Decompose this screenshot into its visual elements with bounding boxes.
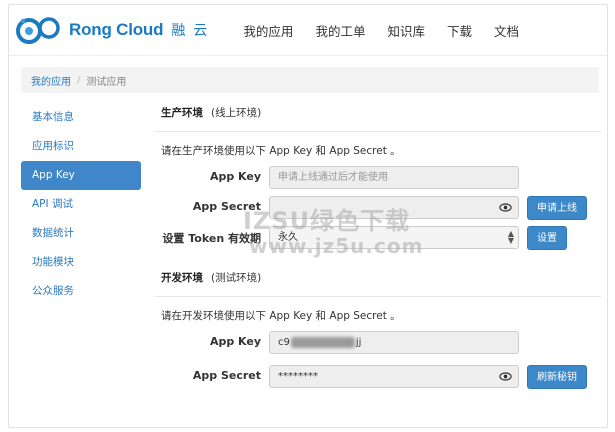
nav-docs[interactable]: 文档 (494, 21, 519, 40)
app-secret-masked-value: ******** (278, 371, 318, 382)
production-app-secret-field[interactable] (269, 196, 519, 219)
rong-cloud-logo-icon (16, 17, 60, 44)
production-section-title: 生产环境 (线上环境) (155, 103, 601, 123)
production-app-key-field[interactable]: 申请上线通过后才能使用 (269, 166, 519, 189)
top-header: Rong Cloud 融云 我的应用 我的工单 知识库 下载 文档 (9, 5, 607, 55)
app-window: Rong Cloud 融云 我的应用 我的工单 知识库 下载 文档 我的应用 /… (8, 4, 608, 428)
breadcrumb-my-apps[interactable]: 我的应用 (31, 73, 71, 88)
top-nav: 我的应用 我的工单 知识库 下载 文档 (243, 21, 519, 40)
breadcrumb: 我的应用 / 测试应用 (21, 67, 599, 93)
select-caret-icon: ▲ ▼ (507, 229, 514, 245)
breadcrumb-separator: / (77, 74, 81, 86)
development-app-key-field[interactable]: c9 jj (269, 331, 519, 354)
nav-my-apps[interactable]: 我的应用 (243, 21, 293, 40)
header-divider (9, 55, 607, 56)
sidebar-item-modules[interactable]: 功能模块 (21, 248, 141, 277)
sidebar-item-app-key[interactable]: App Key (21, 161, 141, 190)
development-app-secret-field[interactable]: ******** (269, 365, 519, 388)
token-expiry-value: 永久 (278, 232, 298, 243)
production-app-key-row: App Key 申请上线通过后才能使用 (155, 164, 601, 194)
development-divider (155, 296, 601, 297)
set-token-button[interactable]: 设置 (527, 226, 567, 250)
nav-knowledge-base[interactable]: 知识库 (387, 21, 425, 40)
sidebar-item-api-debug[interactable]: API 调试 (21, 190, 141, 219)
logo-cn-text: 融云 (171, 23, 216, 39)
logo-text: Rong Cloud (69, 20, 164, 39)
nav-download[interactable]: 下载 (447, 21, 472, 40)
app-key-suffix: jj (355, 337, 362, 348)
development-section-title: 开发环境 (测试环境) (155, 268, 601, 288)
production-title: 生产环境 (161, 107, 203, 119)
token-expiry-row: 设置 Token 有效期 永久 ▲ ▼ 设置 (155, 224, 601, 254)
development-description: 请在开发环境使用以下 App Key 和 App Secret 。 (161, 310, 401, 322)
production-app-key-label: App Key (209, 170, 261, 183)
sidebar-item-basic-info[interactable]: 基本信息 (21, 103, 141, 132)
token-expiry-label: 设置 Token 有效期 (162, 232, 261, 245)
development-title: 开发环境 (161, 272, 203, 284)
development-app-key-row: App Key c9 jj (155, 329, 601, 359)
sidebar: 基本信息 应用标识 App Key API 调试 数据统计 功能模块 公众服务 (21, 103, 141, 306)
breadcrumb-current: 测试应用 (86, 76, 127, 88)
production-title-note: (线上环境) (211, 107, 262, 119)
sidebar-item-app-icon[interactable]: 应用标识 (21, 132, 141, 161)
nav-my-tickets[interactable]: 我的工单 (315, 21, 365, 40)
app-key-prefix: c9 (278, 337, 290, 348)
production-app-secret-label: App Secret (192, 200, 261, 213)
logo[interactable]: Rong Cloud 融云 (15, 15, 215, 45)
eye-icon[interactable] (499, 370, 512, 383)
token-expiry-select[interactable]: 永久 ▲ ▼ (269, 226, 519, 249)
eye-icon[interactable] (499, 201, 512, 214)
sidebar-item-statistics[interactable]: 数据统计 (21, 219, 141, 248)
sidebar-item-public-service[interactable]: 公众服务 (21, 277, 141, 306)
redacted-app-key (290, 336, 355, 348)
production-description: 请在生产环境使用以下 App Key 和 App Secret 。 (161, 145, 401, 157)
development-app-secret-label: App Secret (192, 369, 261, 382)
refresh-secret-button[interactable]: 刷新秘钥 (527, 365, 587, 389)
apply-online-button[interactable]: 申请上线 (527, 196, 587, 220)
development-app-secret-row: App Secret ******** 刷新秘钥 (155, 363, 601, 393)
production-divider (155, 131, 601, 132)
main-content: 生产环境 (线上环境) 请在生产环境使用以下 App Key 和 App Secr… (155, 103, 601, 393)
development-app-key-label: App Key (209, 335, 261, 348)
production-app-secret-row: App Secret 申请上线 (155, 194, 601, 224)
development-title-note: (测试环境) (211, 272, 262, 284)
